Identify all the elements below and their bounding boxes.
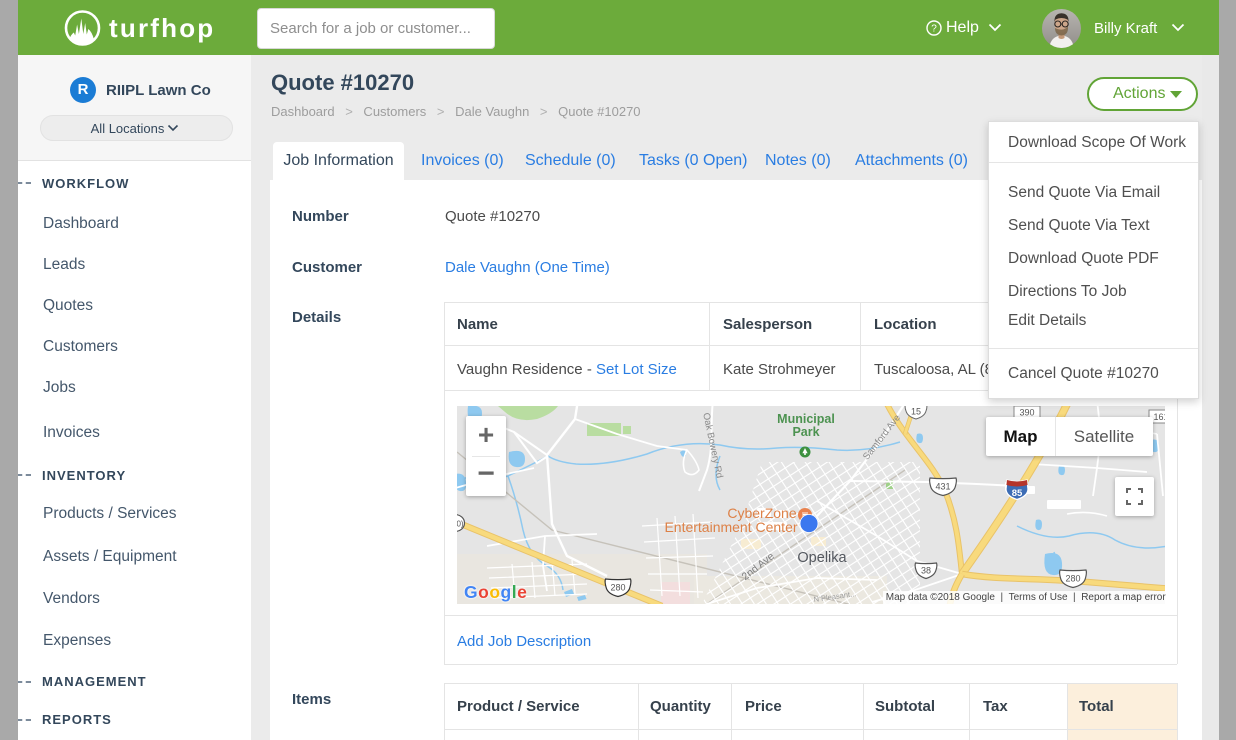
svg-text:280: 280 bbox=[610, 583, 625, 593]
svg-text:Park: Park bbox=[792, 425, 819, 439]
svg-text:15: 15 bbox=[911, 407, 921, 417]
svg-text:0): 0) bbox=[457, 520, 464, 529]
svg-text:Municipal: Municipal bbox=[777, 412, 835, 426]
svg-text:161: 161 bbox=[1153, 412, 1165, 422]
svg-text:?: ? bbox=[931, 24, 937, 35]
svg-text:390: 390 bbox=[1019, 408, 1034, 418]
svg-text:38: 38 bbox=[921, 566, 931, 576]
svg-text:280: 280 bbox=[1065, 574, 1080, 584]
svg-text:Opelika: Opelika bbox=[797, 550, 847, 566]
svg-text:85: 85 bbox=[1012, 488, 1023, 499]
svg-text:Entertainment Center: Entertainment Center bbox=[664, 519, 797, 535]
svg-text:431: 431 bbox=[935, 482, 950, 492]
